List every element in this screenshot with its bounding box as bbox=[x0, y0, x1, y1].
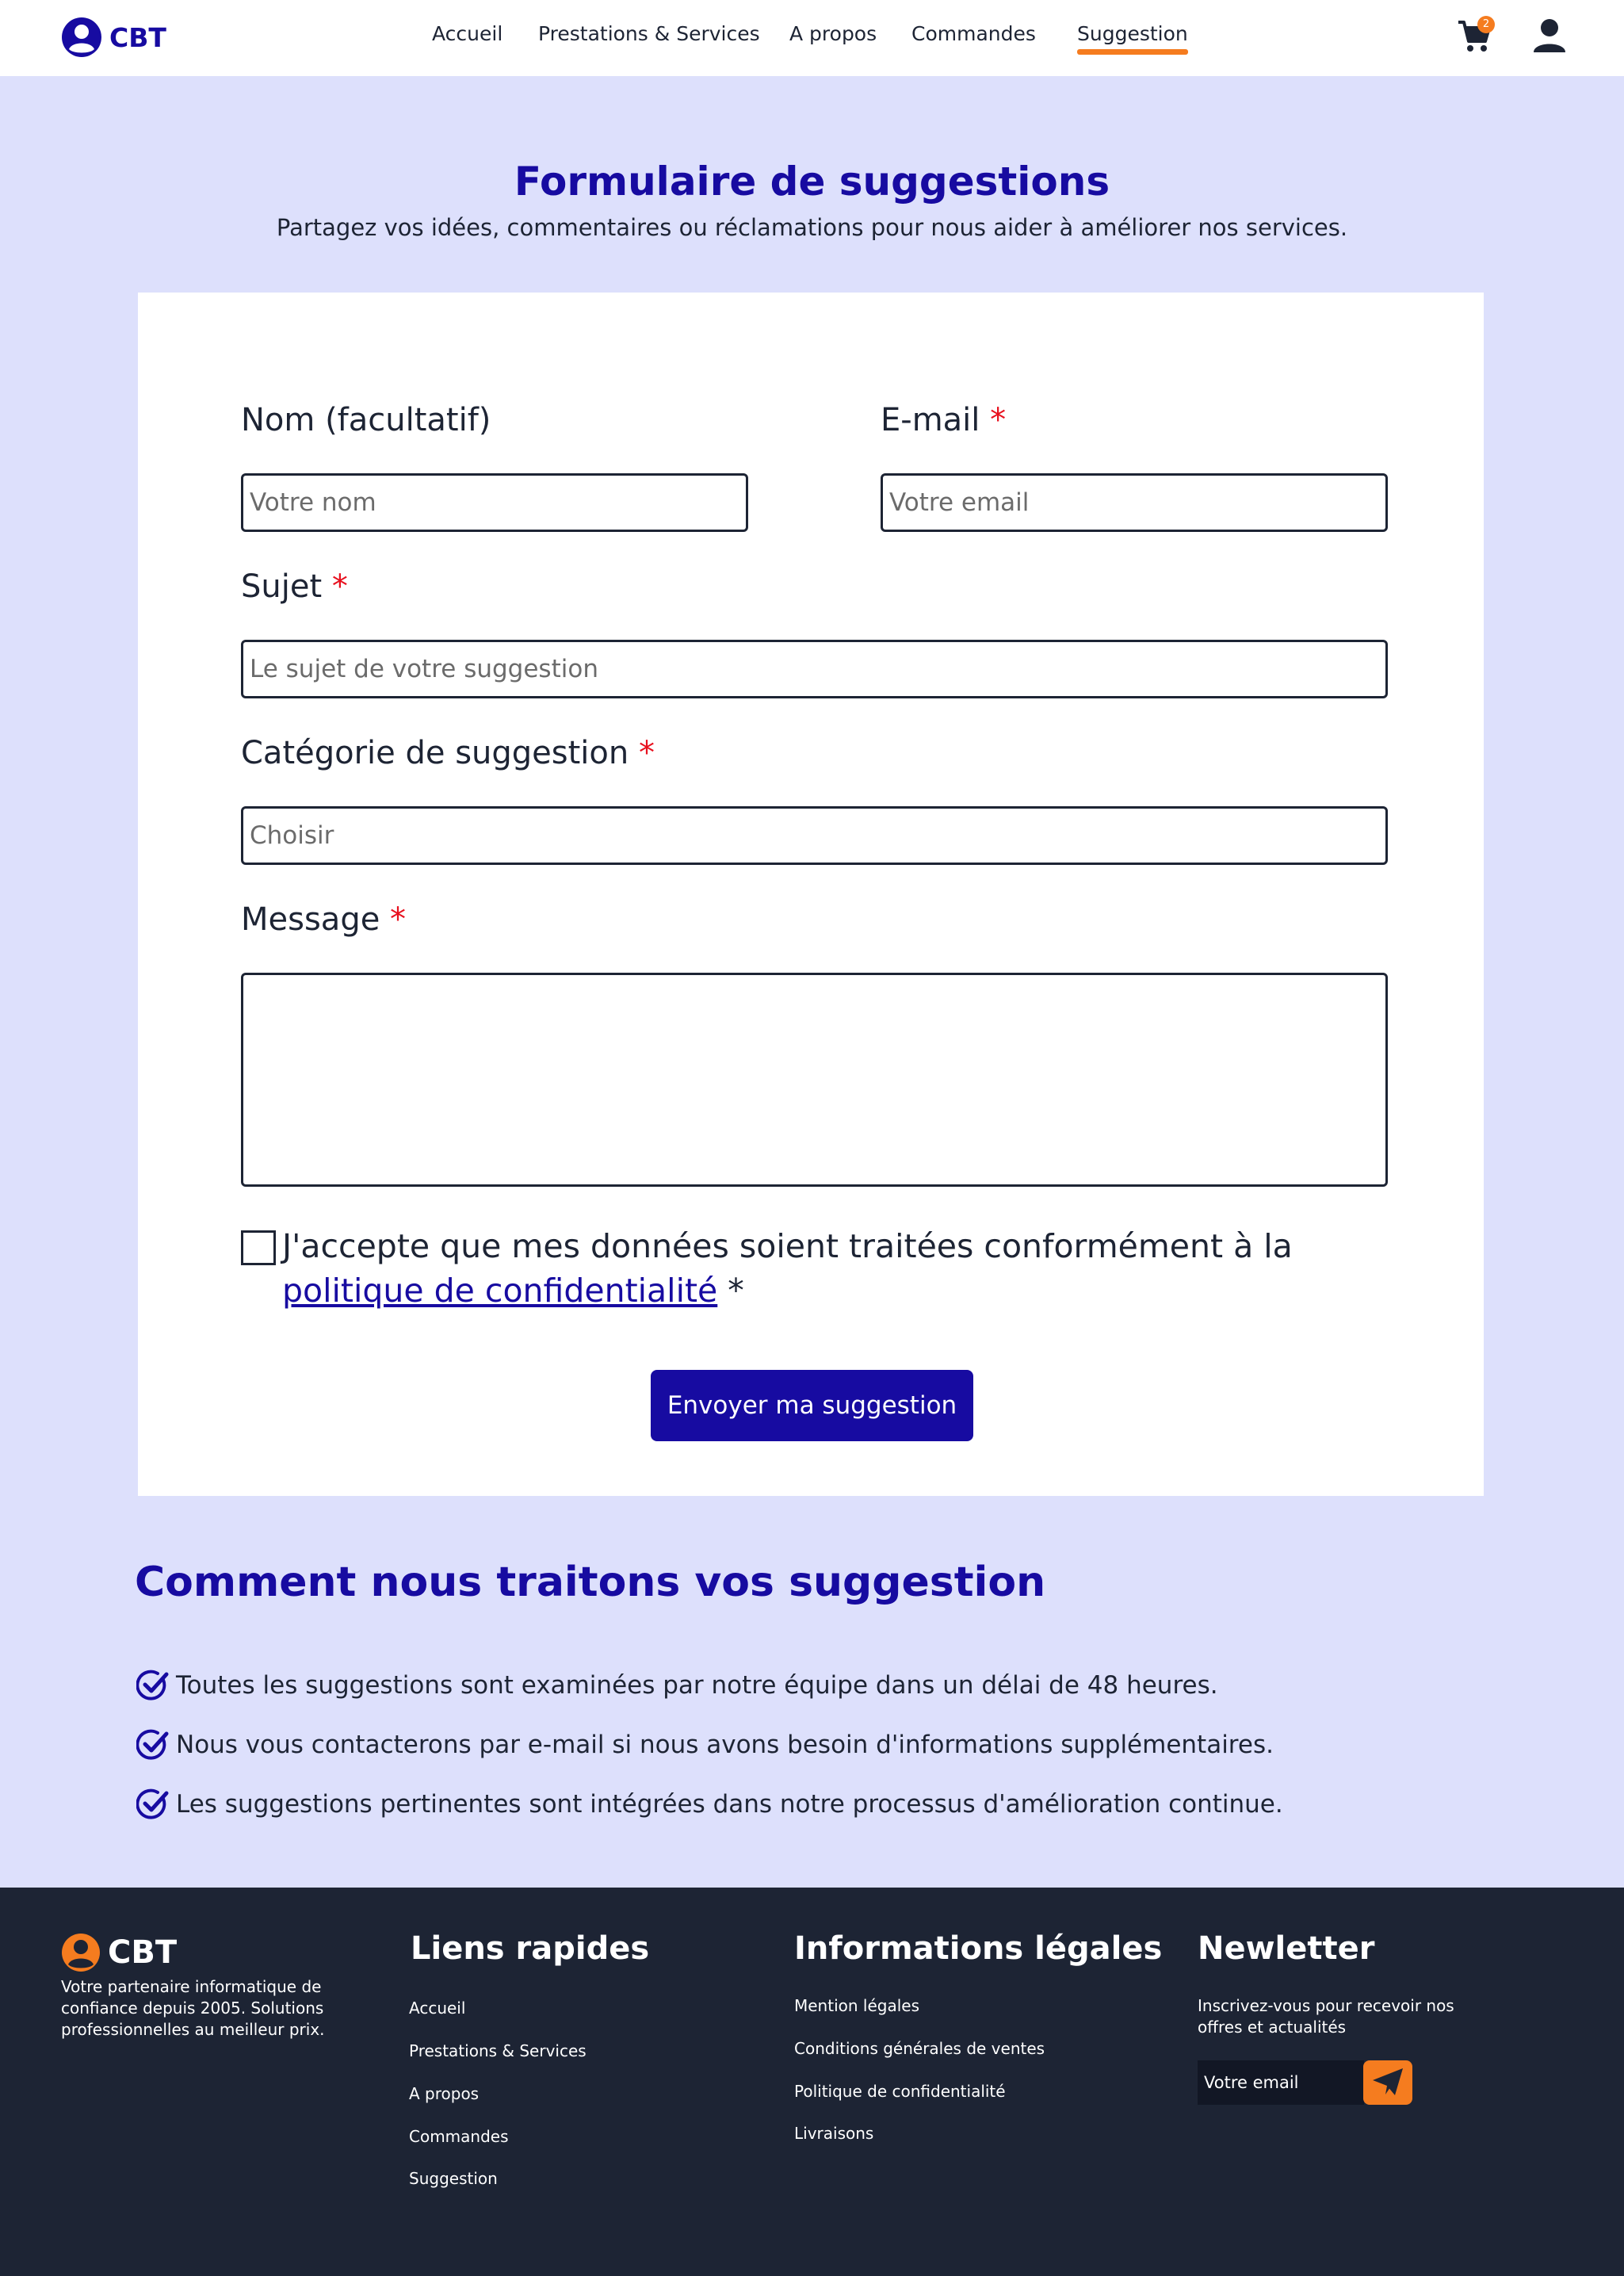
send-icon bbox=[1373, 2068, 1403, 2095]
nav-item-prestations[interactable]: Prestations & Services bbox=[538, 22, 760, 45]
legal-title: Informations légales bbox=[794, 1930, 1163, 1967]
list-item-text: Toutes les suggestions sont examinées pa… bbox=[176, 1671, 1218, 1700]
footer-link-a-propos[interactable]: A propos bbox=[409, 2084, 479, 2103]
footer-link-accueil[interactable]: Accueil bbox=[409, 1999, 465, 2018]
suggestion-form: Nom (facultatif) E-mail * Sujet * Catégo… bbox=[138, 293, 1484, 1496]
cart-button[interactable]: 2 bbox=[1457, 16, 1495, 54]
category-select[interactable] bbox=[241, 806, 1388, 865]
cart-count-badge: 2 bbox=[1477, 16, 1495, 33]
footer-link-privacy[interactable]: Politique de confidentialité bbox=[794, 2082, 1006, 2101]
account-button[interactable] bbox=[1531, 17, 1568, 54]
footer-link-prestations[interactable]: Prestations & Services bbox=[409, 2041, 587, 2060]
footer-link-commandes[interactable]: Commandes bbox=[409, 2127, 509, 2146]
check-circle-icon bbox=[136, 1670, 169, 1700]
list-item-text: Nous vous contacterons par e-mail si nou… bbox=[176, 1731, 1274, 1759]
site-header: CBT Accueil Prestations & Services A pro… bbox=[0, 0, 1624, 76]
check-circle-icon bbox=[136, 1788, 169, 1819]
user-icon bbox=[1534, 19, 1565, 52]
list-item: Les suggestions pertinentes sont intégré… bbox=[136, 1788, 1283, 1821]
email-field[interactable] bbox=[881, 473, 1388, 532]
nav-item-a-propos[interactable]: A propos bbox=[789, 22, 877, 45]
subject-label: Sujet * bbox=[241, 568, 348, 605]
required-mark: * bbox=[990, 402, 1007, 438]
newsletter-email-input[interactable] bbox=[1198, 2060, 1364, 2105]
nav-item-commandes[interactable]: Commandes bbox=[911, 22, 1036, 45]
newsletter-title: Newletter bbox=[1198, 1930, 1375, 1967]
check-circle-icon bbox=[136, 1729, 169, 1760]
footer-link-livraisons[interactable]: Livraisons bbox=[794, 2124, 873, 2143]
main-nav: Accueil Prestations & Services A propos … bbox=[0, 22, 1624, 57]
list-item-text: Les suggestions pertinentes sont intégré… bbox=[176, 1790, 1283, 1819]
footer-brand-name: CBT bbox=[108, 1934, 178, 1971]
footer-logo[interactable]: CBT bbox=[60, 1932, 177, 1973]
newsletter-submit-button[interactable] bbox=[1363, 2060, 1412, 2105]
privacy-policy-link[interactable]: politique de confidentialité bbox=[282, 1272, 717, 1310]
required-mark: * bbox=[390, 901, 407, 938]
quick-links-title: Liens rapides bbox=[411, 1930, 650, 1967]
footer-description: Votre partenaire informatique de confian… bbox=[61, 1977, 325, 2039]
consent-required-mark: * bbox=[717, 1272, 744, 1310]
required-mark: * bbox=[331, 568, 348, 605]
name-label: Nom (facultatif) bbox=[241, 402, 491, 438]
name-field[interactable] bbox=[241, 473, 748, 532]
consent-checkbox[interactable] bbox=[241, 1230, 276, 1265]
message-field[interactable] bbox=[241, 973, 1388, 1187]
newsletter-text: Inscrivez-vous pour recevoir nos offres … bbox=[1198, 1996, 1454, 2037]
footer-link-cgv[interactable]: Conditions générales de ventes bbox=[794, 2039, 1045, 2058]
page-title: Formulaire de suggestions bbox=[514, 159, 1110, 205]
nav-item-accueil[interactable]: Accueil bbox=[432, 22, 502, 45]
footer-link-mentions[interactable]: Mention légales bbox=[794, 1996, 919, 2015]
user-circle-icon bbox=[62, 1934, 100, 1972]
list-item: Nous vous contacterons par e-mail si nou… bbox=[136, 1728, 1274, 1762]
consent-text: J'accepte que mes données soient traitée… bbox=[282, 1227, 1293, 1310]
how-section-title: Comment nous traitons vos suggestion bbox=[135, 1559, 1046, 1606]
submit-button[interactable]: Envoyer ma suggestion bbox=[651, 1370, 973, 1441]
footer-link-suggestion[interactable]: Suggestion bbox=[409, 2169, 498, 2188]
nav-item-suggestion[interactable]: Suggestion bbox=[1077, 22, 1188, 55]
message-label: Message * bbox=[241, 901, 407, 938]
page-subtitle: Partagez vos idées, commentaires ou récl… bbox=[276, 214, 1348, 241]
category-label: Catégorie de suggestion * bbox=[241, 735, 655, 771]
subject-field[interactable] bbox=[241, 640, 1388, 698]
required-mark: * bbox=[638, 735, 655, 771]
site-footer: CBT Votre partenaire informatique de con… bbox=[0, 1888, 1624, 2276]
list-item: Toutes les suggestions sont examinées pa… bbox=[136, 1669, 1218, 1702]
email-label: E-mail * bbox=[881, 402, 1007, 438]
